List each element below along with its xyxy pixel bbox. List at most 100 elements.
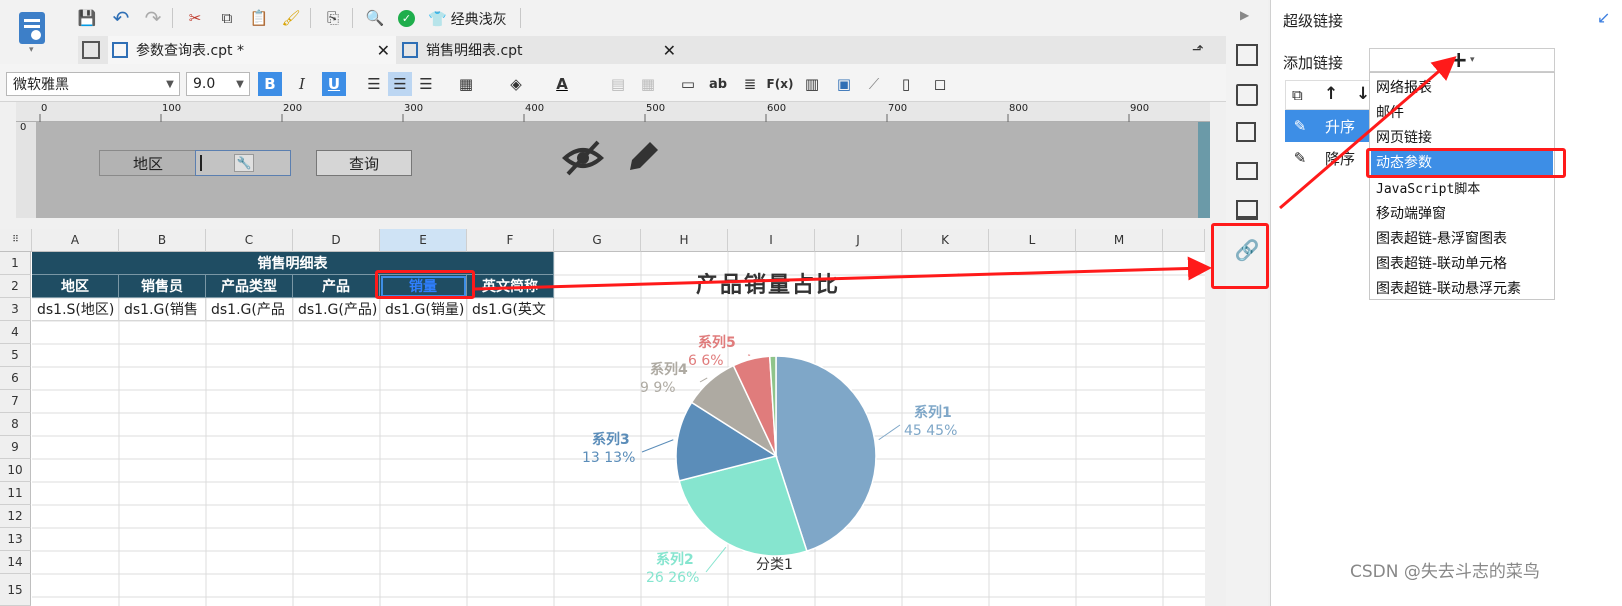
text-field-icon[interactable]: ▭ (676, 72, 700, 96)
font-color-icon[interactable]: A (550, 72, 574, 96)
widget-attribute-icon[interactable] (1236, 122, 1256, 142)
border-style-icon[interactable]: ◻ (928, 72, 952, 96)
collapse-arrow-icon[interactable]: ▶ (1240, 8, 1249, 22)
menu-item-chart-link-cell[interactable]: 图表超链-联动单元格 (1376, 253, 1507, 273)
save-icon[interactable]: 💾 (76, 7, 98, 29)
row-header[interactable]: 3 (0, 298, 31, 321)
table-title-cell[interactable]: 销售明细表 (32, 252, 554, 275)
row-header[interactable]: 14 (0, 551, 31, 574)
close-tab-icon[interactable]: ✕ (663, 41, 676, 60)
menu-item-javascript[interactable]: JavaScript脚本 (1376, 178, 1480, 197)
header-cell[interactable]: 销售员 (119, 275, 206, 298)
row-header[interactable]: 8 (0, 413, 31, 436)
header-cell[interactable]: 英文简称 (467, 275, 554, 298)
menu-item-chart-float[interactable]: 图表超链-悬浮窗图表 (1376, 228, 1507, 248)
row-header[interactable]: 2 (0, 275, 31, 298)
sheet-grid-icon[interactable] (82, 41, 100, 59)
unmerge-cells-icon[interactable]: ▦ (636, 72, 660, 96)
row-header[interactable]: 10 (0, 459, 31, 482)
image-icon[interactable]: ▣ (832, 72, 856, 96)
align-center-icon[interactable]: ☰ (388, 72, 412, 96)
row-header[interactable]: 15 (0, 574, 31, 606)
align-right-icon[interactable]: ☰ (414, 72, 438, 96)
cell-attribute-icon[interactable] (1236, 44, 1258, 66)
pencil-icon[interactable] (624, 136, 660, 176)
series-label: 系列3 (592, 431, 630, 448)
formula-icon[interactable]: F(x) (767, 72, 794, 96)
border-icon[interactable]: ▦ (454, 72, 478, 96)
row-header[interactable]: 12 (0, 505, 31, 528)
row-header[interactable]: 5 (0, 344, 31, 367)
expand-icon[interactable]: ↙ (1597, 8, 1610, 27)
font-family-select[interactable]: 微软雅黑 ▼ (6, 72, 180, 96)
preview-icon[interactable]: ⎘ (322, 7, 344, 29)
list-item-asc[interactable]: ✎ 升序 (1285, 110, 1371, 142)
list-item-desc[interactable]: ✎ 降序 (1285, 142, 1371, 174)
template-widget-icon[interactable] (1236, 200, 1258, 220)
value-label: 9 9% (640, 380, 676, 396)
slash-icon[interactable]: ⟋ (862, 72, 886, 96)
bold-button[interactable]: B (258, 72, 282, 96)
wrench-icon[interactable]: 🔧 (234, 154, 254, 172)
cut-icon[interactable]: ✂ (184, 7, 206, 29)
format-painter-icon[interactable]: 🖌 (280, 7, 302, 29)
row-header[interactable]: 9 (0, 436, 31, 459)
data-binding-cell[interactable]: ds1.G(销售 (119, 298, 206, 321)
row-header[interactable]: 7 (0, 390, 31, 413)
region-label: 地区 (99, 150, 197, 176)
menu-item-mobile-popup[interactable]: 移动端弹窗 (1376, 203, 1446, 223)
vertical-scroll-thumb[interactable] (1198, 122, 1210, 218)
add-link-button[interactable]: + ▾ (1369, 48, 1555, 73)
tab-sales-detail[interactable]: 销售明细表.cpt ✕ (398, 36, 682, 64)
bar-chart-icon[interactable]: ▥ (800, 72, 824, 96)
data-binding-cell[interactable]: ds1.G(产品) (293, 298, 380, 321)
text-ab-icon[interactable]: ab (706, 72, 730, 96)
fill-color-icon[interactable]: ◈ (504, 72, 528, 96)
menu-item-web-link[interactable]: 网页链接 (1376, 127, 1432, 147)
redo-icon[interactable]: ↷ (142, 6, 164, 30)
cell-element-icon[interactable] (1236, 162, 1258, 180)
region-input[interactable]: 🔧 (195, 150, 291, 176)
font-size-select[interactable]: 9.0 ▼ (186, 72, 250, 96)
arrow-up-icon[interactable]: ↑ (1324, 84, 1338, 104)
paste-icon[interactable]: 📋 (248, 7, 270, 29)
data-binding-cell[interactable]: ds1.G(英文 (467, 298, 554, 321)
header-cell[interactable]: 产品类型 (206, 275, 293, 298)
menu-item-web-report[interactable]: 网络报表 (1376, 77, 1432, 97)
copy-icon[interactable]: ⧉ (1292, 86, 1303, 104)
menu-item-chart-link-float[interactable]: 图表超链-联动悬浮元素 (1376, 278, 1521, 298)
font-size-value: 9.0 (193, 76, 216, 92)
header-cell[interactable]: 产品 (293, 275, 380, 298)
row-header[interactable]: 1 (0, 252, 31, 275)
hidden-eye-icon[interactable] (561, 138, 605, 178)
theme-button[interactable]: 👕 经典浅灰 (428, 8, 507, 30)
menu-item-email[interactable]: 邮件 (1376, 102, 1404, 122)
query-button[interactable]: 查询 (316, 150, 412, 176)
data-binding-cell[interactable]: ds1.S(地区) (32, 298, 119, 321)
tab-param-query[interactable]: 参数查询表.cpt * ✕ (108, 36, 396, 64)
underline-button[interactable]: U (322, 72, 346, 96)
undo-icon[interactable]: ↶ (110, 6, 132, 30)
row-header[interactable]: 11 (0, 482, 31, 505)
row-header[interactable]: 6 (0, 367, 31, 390)
tab-menu-icon[interactable]: ⬏ (1192, 42, 1204, 58)
pie-chart[interactable]: 产品销量占比 ··· 系列1 45 45% 系列2 26 26% 系列3 13 13% 系列… (556, 259, 1056, 606)
data-binding-cell[interactable]: ds1.G(销量) (380, 298, 467, 321)
search-report-icon[interactable]: 🔍 (364, 7, 386, 29)
copy-icon[interactable]: ⧉ (216, 7, 238, 29)
ruler-tick: 0 (41, 103, 48, 114)
condition-attribute-icon[interactable] (1236, 84, 1258, 106)
row-header[interactable]: 13 (0, 528, 31, 551)
align-left-icon[interactable]: ☰ (362, 72, 386, 96)
row-header[interactable]: 4 (0, 321, 31, 344)
data-binding-cell[interactable]: ds1.G(产品 (206, 298, 293, 321)
check-icon[interactable]: ✓ (398, 10, 415, 27)
close-tab-icon[interactable]: ✕ (377, 41, 390, 60)
merge-cells-icon[interactable]: ▤ (606, 72, 630, 96)
subreport-icon[interactable]: ▯ (894, 72, 918, 96)
header-cell[interactable]: 地区 (32, 275, 119, 298)
app-logo-icon[interactable]: ▾ (16, 10, 48, 55)
rich-text-icon[interactable]: ≣ (738, 72, 762, 96)
italic-button[interactable]: I (290, 72, 314, 96)
ruler-tick: 400 (525, 103, 545, 114)
